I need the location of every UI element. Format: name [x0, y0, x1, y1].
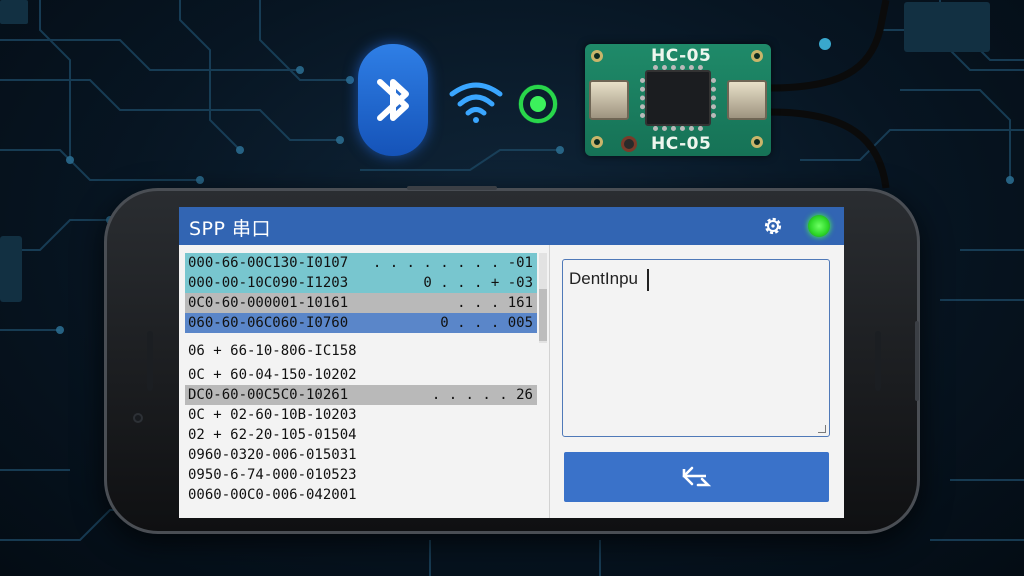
- log-row: 06 + 66-10-806-IC158: [185, 341, 537, 361]
- log-row-text: 0C + 60-04-150-10202: [188, 367, 357, 383]
- send-button[interactable]: [564, 452, 829, 502]
- send-arrow-icon: [682, 466, 712, 487]
- log-row-text: 0C0-60-000001-10161: [188, 295, 349, 311]
- log-row: DC0-60-00C5C0-10261 . . . . . 26: [185, 385, 537, 405]
- module-label-bottom: HC-05: [651, 134, 712, 154]
- phone-top-button: [407, 186, 497, 190]
- log-row: 000-66-00C130-I0107 . . . . . . . . -01: [185, 253, 537, 273]
- log-row-value: 0 . . . + -03: [423, 275, 533, 291]
- log-row-text: 02 + 62-20-105-01504: [188, 427, 357, 443]
- send-input[interactable]: DentInpu: [562, 259, 830, 437]
- app-bar: SPP 串口: [179, 207, 844, 245]
- bluetooth-icon: [358, 44, 428, 156]
- log-row: 0C0-60-000001-10161 . . . 161: [185, 293, 537, 313]
- mounting-hole: [591, 50, 603, 62]
- module-chip: [640, 65, 716, 131]
- log-row-text: 0950-6-74-000-010523: [188, 467, 357, 483]
- log-row-text: 000-66-00C130-I0107: [188, 255, 349, 271]
- log-row-value: 0 . . . 005: [440, 315, 533, 331]
- text-caret: [647, 269, 649, 291]
- log-row-text: 000-00-10C090-I1203: [188, 275, 349, 291]
- log-row: 000-00-10C090-I1203 0 . . . + -03: [185, 273, 537, 293]
- resize-grip-icon[interactable]: [818, 425, 826, 433]
- log-row-text: DC0-60-00C5C0-10261: [188, 387, 349, 403]
- phone-side-button: [915, 321, 919, 401]
- received-data-log[interactable]: 000-66-00C130-I0107. . . . . . . . -01 00…: [185, 253, 541, 515]
- log-row: 0950-6-74-000-010523: [185, 465, 537, 485]
- log-row-text: 0C + 02-60-10B-10203: [188, 407, 357, 423]
- log-row: 02 + 62-20-105-01504: [185, 425, 537, 445]
- module-connector-left: [589, 80, 629, 120]
- log-row: 0C + 02-60-10B-10203: [185, 405, 537, 425]
- log-row: 0C + 60-04-150-10202: [185, 365, 537, 385]
- mounting-hole: [751, 50, 763, 62]
- log-scrollbar-thumb[interactable]: [539, 289, 547, 341]
- log-row-value: . . . 161: [457, 295, 533, 311]
- log-scrollbar[interactable]: [539, 253, 547, 343]
- log-row-text: 0960-0320-006-015031: [188, 447, 357, 463]
- phone-speaker: [147, 331, 153, 391]
- log-row-value: . . . . . 26: [431, 387, 533, 403]
- mounting-hole: [751, 136, 763, 148]
- app-title: SPP 串口: [189, 218, 272, 240]
- pane-divider: [549, 245, 550, 518]
- module-label-top: HC-05: [651, 46, 712, 66]
- mounting-hole: [591, 136, 603, 148]
- log-row-text: 0060-00C0-006-042001: [188, 487, 357, 503]
- phone-speaker: [875, 331, 881, 391]
- gear-icon[interactable]: [761, 214, 785, 238]
- hc05-module: HC-05 HC-05: [585, 44, 771, 156]
- link-status-icon: [518, 84, 558, 124]
- app-screen: SPP 串口 000-66-00C130-I0107 . . . . . . . …: [179, 207, 844, 518]
- log-row-text: 060-60-06C060-I0760: [188, 315, 349, 331]
- module-capacitor: [621, 136, 637, 152]
- wireless-signal-icon: [449, 82, 503, 123]
- module-connector-right: [727, 80, 767, 120]
- log-row-value: . . . . . . . . -01: [372, 255, 533, 271]
- log-row: 060-60-06C060-I0760 0 . . . 005: [185, 313, 537, 333]
- log-row: 0960-0320-006-015031: [185, 445, 537, 465]
- log-row: 0060-00C0-006-042001: [185, 485, 537, 505]
- log-row-text: 06 + 66-10-806-IC158: [188, 343, 357, 359]
- front-camera-icon: [133, 413, 143, 423]
- connection-status-indicator: [808, 215, 830, 237]
